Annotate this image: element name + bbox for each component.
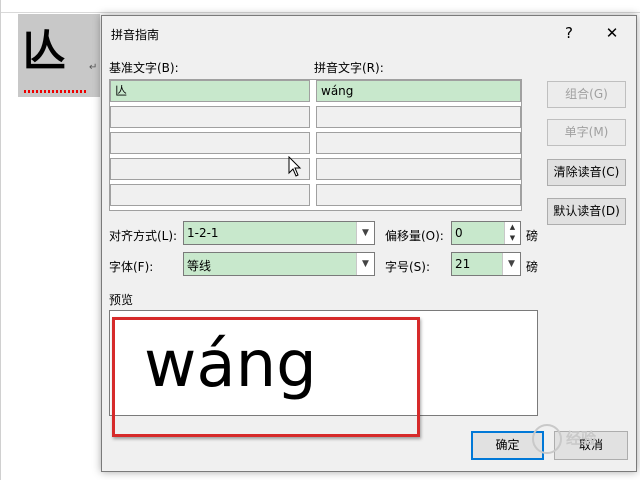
chevron-down-icon: ▼	[356, 222, 374, 244]
base-text-cell[interactable]	[110, 132, 310, 154]
watermark-logo-icon	[532, 424, 562, 454]
base-text-label: 基准文字(B):	[109, 61, 179, 75]
size-value: 21	[455, 257, 471, 271]
ruby-text-cell[interactable]	[316, 106, 521, 128]
watermark: 经验	[532, 424, 596, 454]
base-text-cell[interactable]: 亾	[110, 80, 310, 102]
preview-label: 预览	[109, 293, 134, 307]
offset-spinner[interactable]: 0 ▲ ▼	[451, 221, 521, 245]
base-text-cell[interactable]	[110, 158, 310, 180]
document-left-edge	[0, 0, 1, 480]
offset-unit: 磅	[526, 229, 539, 243]
document-top-edge	[0, 0, 640, 13]
ruby-text-cell[interactable]: wáng	[316, 80, 521, 102]
size-select[interactable]: 21 ▼	[451, 252, 521, 276]
offset-label: 偏移量(O):	[385, 229, 444, 243]
chevron-down-icon: ▼	[502, 253, 520, 275]
group-button[interactable]: 组合(G)	[547, 81, 626, 108]
help-button[interactable]: ?	[557, 22, 581, 44]
alignment-value: 1-2-1	[187, 226, 219, 240]
phonetic-guide-dialog: 拼音指南 ? ✕ 基准文字(B): 拼音文字(R): 亾 wáng 组合(G) …	[101, 15, 637, 472]
ruby-text-cell[interactable]	[316, 184, 521, 206]
alignment-label: 对齐方式(L):	[109, 229, 178, 243]
spin-down-icon[interactable]: ▼	[505, 233, 520, 244]
ruby-text-cell[interactable]	[316, 132, 521, 154]
spin-buttons[interactable]: ▲ ▼	[504, 222, 520, 244]
paragraph-mark-icon: ↵	[89, 62, 98, 73]
ruby-text-cell[interactable]	[316, 158, 521, 180]
phonetic-grid: 亾 wáng	[109, 79, 522, 211]
document-selected-character[interactable]: 亾 ↵	[18, 14, 100, 97]
document-character: 亾	[22, 26, 66, 77]
red-highlight-box	[112, 317, 420, 437]
watermark-text: 经验	[566, 429, 597, 448]
alignment-select[interactable]: 1-2-1 ▼	[183, 221, 375, 245]
font-select[interactable]: 等线 ▼	[183, 252, 375, 276]
default-reading-button[interactable]: 默认读音(D)	[547, 198, 626, 225]
size-unit: 磅	[526, 260, 539, 274]
font-value: 等线	[187, 259, 212, 273]
close-button[interactable]: ✕	[600, 22, 624, 44]
base-text-cell[interactable]	[110, 184, 310, 206]
single-char-button[interactable]: 单字(M)	[547, 119, 626, 146]
base-text-cell[interactable]	[110, 106, 310, 128]
size-label: 字号(S):	[385, 260, 431, 274]
dialog-title: 拼音指南	[111, 28, 160, 42]
offset-value: 0	[455, 226, 463, 240]
chevron-down-icon: ▼	[356, 253, 374, 275]
font-label: 字体(F):	[109, 260, 154, 274]
mouse-pointer-icon	[288, 156, 302, 177]
spellcheck-underline	[24, 90, 86, 93]
clear-reading-button[interactable]: 清除读音(C)	[547, 159, 626, 186]
spin-up-icon[interactable]: ▲	[505, 222, 520, 233]
ruby-text-label: 拼音文字(R):	[314, 61, 384, 75]
